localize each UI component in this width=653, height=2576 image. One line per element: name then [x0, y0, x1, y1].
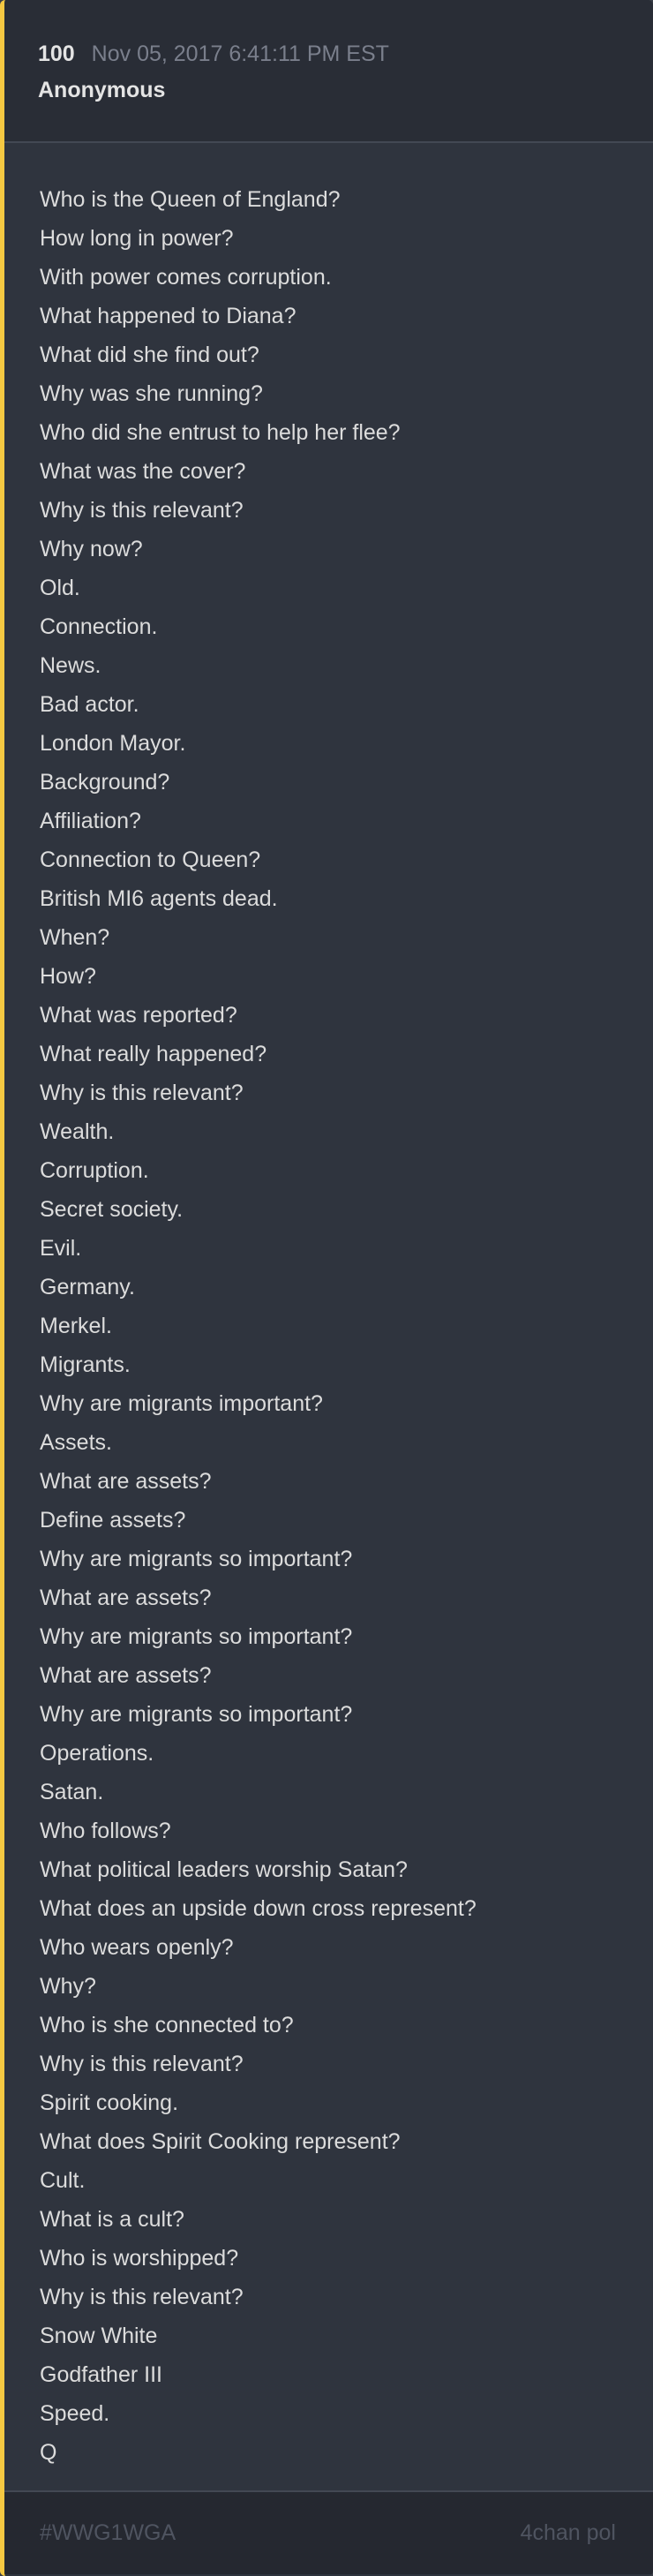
post-line: What was reported? — [40, 1003, 237, 1028]
post-line: What are assets? — [40, 1663, 212, 1688]
post-line: What political leaders worship Satan? — [40, 1857, 408, 1882]
post-line: Background? — [40, 770, 170, 795]
post-line: Secret society. — [40, 1197, 184, 1222]
post-line: Why are migrants so important? — [40, 1624, 353, 1649]
post-line: Speed. — [40, 2401, 110, 2426]
post-line: Cult. — [40, 2168, 86, 2193]
post-line: Why is this relevant? — [40, 1081, 244, 1105]
post-line: Why are migrants so important? — [40, 1702, 353, 1727]
post-line: Why is this relevant? — [40, 498, 244, 523]
post-line: What is a cult? — [40, 2207, 184, 2232]
post-line: With power comes corruption. — [40, 265, 332, 290]
post-line: Corruption. — [40, 1158, 149, 1183]
post-line: Why now? — [40, 537, 143, 561]
post-line: How long in power? — [40, 226, 234, 251]
post-line: Spirit cooking. — [40, 2090, 179, 2115]
post-line: News. — [40, 653, 101, 678]
post-line: Why? — [40, 1974, 96, 1999]
post-line: What happened to Diana? — [40, 304, 296, 328]
post-line: Connection to Queen? — [40, 847, 261, 872]
post-line: Why is this relevant? — [40, 2285, 244, 2309]
post-line: Who is the Queen of England? — [40, 187, 341, 212]
post-line: Assets. — [40, 1430, 112, 1455]
source-label: 4chan pol — [520, 2520, 616, 2545]
post-line: What was the cover? — [40, 459, 246, 484]
post-line: What did she find out? — [40, 343, 259, 367]
post-line: Who follows? — [40, 1819, 171, 1843]
post-line: Who wears openly? — [40, 1935, 234, 1960]
post-line: What really happened? — [40, 1042, 267, 1066]
post-line: How? — [40, 964, 96, 989]
post-line: Migrants. — [40, 1352, 131, 1377]
post-number[interactable]: 100 — [38, 41, 75, 66]
post-line: Why is this relevant? — [40, 2052, 244, 2076]
post-line: What does an upside down cross represent… — [40, 1896, 477, 1921]
post-line: Evil. — [40, 1236, 82, 1261]
post-line: Affiliation? — [40, 809, 141, 833]
post-line: Wealth. — [40, 1119, 115, 1144]
post-line: Who is worshipped? — [40, 2246, 239, 2271]
hashtag[interactable]: #WWG1WGA — [40, 2520, 176, 2546]
post-line: Germany. — [40, 1275, 135, 1299]
post-line: Why was she running? — [40, 381, 263, 406]
post-line: Who did she entrust to help her flee? — [40, 420, 401, 445]
post-line: Connection. — [40, 614, 158, 639]
post-body: Who is the Queen of England? How long in … — [4, 143, 653, 2490]
post-line: Bad actor. — [40, 692, 139, 717]
post-line: London Mayor. — [40, 731, 186, 756]
post-line: When? — [40, 925, 110, 950]
post-line: Define assets? — [40, 1508, 186, 1533]
post-line: Old. — [40, 576, 80, 600]
post-line: Why are migrants so important? — [40, 1547, 353, 1571]
post-line: Who is she connected to? — [40, 2013, 294, 2037]
post-line: Snow White — [40, 2324, 158, 2348]
post-header: 100 Nov 05, 2017 6:41:11 PM EST Anonymou… — [4, 0, 653, 143]
post-card: 100 Nov 05, 2017 6:41:11 PM EST Anonymou… — [0, 0, 653, 2576]
post-author: Anonymous — [38, 78, 166, 102]
post-line: Why are migrants important? — [40, 1391, 323, 1416]
post-line: Q — [40, 2440, 57, 2465]
post-line: British MI6 agents dead. — [40, 886, 278, 911]
post-line: Merkel. — [40, 1314, 112, 1338]
post-timestamp: Nov 05, 2017 6:41:11 PM EST — [91, 41, 389, 66]
post-footer: #WWG1WGA 4chan pol — [4, 2490, 653, 2574]
post-line: Godfather III — [40, 2362, 162, 2387]
post-line: Satan. — [40, 1780, 104, 1804]
post-line: What are assets? — [40, 1586, 212, 1610]
post-line: Operations. — [40, 1741, 154, 1766]
post-line: What does Spirit Cooking represent? — [40, 2129, 401, 2154]
post-line: What are assets? — [40, 1469, 212, 1494]
